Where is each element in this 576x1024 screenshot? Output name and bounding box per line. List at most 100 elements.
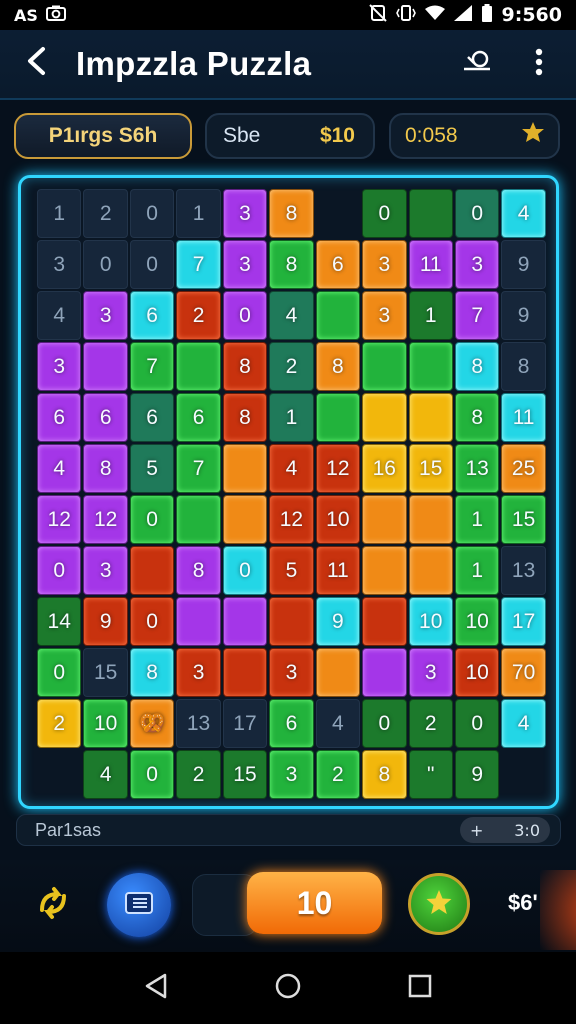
grid-cell[interactable]: 0 xyxy=(454,699,500,748)
grid-cell[interactable]: 2 xyxy=(408,699,453,748)
nav-recents-button[interactable] xyxy=(400,968,440,1008)
grid-cell[interactable]: 10 xyxy=(83,699,128,748)
grid-cell[interactable]: 1 xyxy=(454,495,500,544)
grid-cell[interactable]: 9 xyxy=(501,291,546,340)
grid-cell[interactable]: 3 xyxy=(269,648,314,697)
grid-cell[interactable] xyxy=(222,495,268,544)
grid-cell[interactable]: 7 xyxy=(176,444,221,493)
grid-cell[interactable]: 4 xyxy=(269,291,314,340)
grid-cell[interactable]: 16 xyxy=(362,444,407,493)
grid-cell[interactable]: 14 xyxy=(37,597,82,646)
grid-cell[interactable]: 6 xyxy=(315,240,361,289)
grid-cell[interactable]: 0 xyxy=(129,750,175,799)
grid-cell[interactable]: 1 xyxy=(408,291,453,340)
grid-cell[interactable]: 15 xyxy=(222,750,268,799)
grid-cell[interactable]: 0 xyxy=(37,546,82,595)
grid-cell[interactable]: 3 xyxy=(362,291,407,340)
grid-cell[interactable] xyxy=(408,393,453,442)
grid-cell[interactable]: 8 xyxy=(83,444,128,493)
player-badge[interactable]: P1ırgs S6h xyxy=(14,113,192,159)
grid-cell[interactable]: 70 xyxy=(501,648,546,697)
grid-cell[interactable]: 12 xyxy=(315,444,361,493)
grid-cell[interactable]: 0 xyxy=(222,546,268,595)
grid-cell[interactable]: 0 xyxy=(222,291,268,340)
more-options-button[interactable] xyxy=(522,44,556,84)
grid-cell[interactable]: 5 xyxy=(129,444,175,493)
grid-cell[interactable]: 1 xyxy=(454,546,500,595)
grid-cell[interactable] xyxy=(362,546,407,595)
grid-cell[interactable] xyxy=(129,546,175,595)
grid-cell[interactable] xyxy=(362,495,407,544)
grid-cell[interactable]: 17 xyxy=(222,699,268,748)
grid-cell[interactable]: 3 xyxy=(269,750,314,799)
grid-cell[interactable]: 4 xyxy=(37,291,82,340)
grid-cell[interactable]: 0 xyxy=(362,699,407,748)
grid-cell[interactable] xyxy=(408,495,453,544)
grid-cell[interactable]: 8 xyxy=(454,393,500,442)
grid-cell[interactable]: 3 xyxy=(37,342,82,391)
grid-cell[interactable] xyxy=(362,342,407,391)
grid-cell[interactable]: 7 xyxy=(176,240,221,289)
grid-cell[interactable]: 6 xyxy=(37,393,82,442)
grid-cell[interactable]: 13 xyxy=(501,546,546,595)
grid-cell[interactable]: 1 xyxy=(269,393,314,442)
grid-cell[interactable]: 4 xyxy=(269,444,314,493)
grid-cell[interactable]: 6 xyxy=(129,291,175,340)
grid-cell[interactable] xyxy=(83,342,128,391)
grid-cell[interactable]: 10 xyxy=(315,495,361,544)
hint-counter[interactable]: + 3:0 xyxy=(460,817,550,843)
grid-cell[interactable]: 3 xyxy=(362,240,407,289)
grid-cell[interactable]: 3 xyxy=(83,291,128,340)
grid-cell[interactable]: 0 xyxy=(129,495,175,544)
grid-cell[interactable]: 8 xyxy=(269,240,314,289)
grid-cell[interactable] xyxy=(362,393,407,442)
grid-cell[interactable]: 17 xyxy=(501,597,546,646)
grid-cell[interactable]: 0 xyxy=(83,240,128,289)
grid-cell[interactable]: 4 xyxy=(501,699,546,748)
nav-home-button[interactable] xyxy=(268,968,308,1008)
grid-cell[interactable]: 3 xyxy=(176,648,221,697)
grid-cell[interactable]: 7 xyxy=(454,291,500,340)
swap-button[interactable] xyxy=(30,882,76,928)
grid-cell[interactable]: 6 xyxy=(83,393,128,442)
grid-cell[interactable]: 0 xyxy=(454,189,500,238)
grid-cell[interactable]: 8 xyxy=(315,342,361,391)
grid-cell[interactable] xyxy=(362,648,407,697)
grid-cell[interactable]: 15 xyxy=(408,444,453,493)
grid-cell[interactable]: 2 xyxy=(37,699,82,748)
grid-cell[interactable]: 11 xyxy=(315,546,361,595)
grid-cell[interactable]: 7 xyxy=(129,342,175,391)
nav-back-button[interactable] xyxy=(136,968,176,1008)
grid-cell[interactable]: 15 xyxy=(501,495,546,544)
grid-cell[interactable]: " xyxy=(408,750,453,799)
grid-cell[interactable]: 12 xyxy=(83,495,128,544)
grid-cell[interactable] xyxy=(222,444,268,493)
grid-cell[interactable]: 11 xyxy=(408,240,453,289)
grid-cell[interactable] xyxy=(315,648,361,697)
grid-cell[interactable]: 9 xyxy=(83,597,128,646)
grid-cell[interactable]: 0 xyxy=(37,648,82,697)
grid-cell[interactable]: 25 xyxy=(501,444,546,493)
grid-cell[interactable]: 6 xyxy=(269,699,314,748)
grid-cell[interactable]: 13 xyxy=(454,444,500,493)
grid-cell[interactable]: 4 xyxy=(83,750,128,799)
grid-cell[interactable]: 2 xyxy=(176,750,221,799)
grid-cell[interactable] xyxy=(362,597,407,646)
grid-cell[interactable]: 9 xyxy=(501,240,546,289)
grid-cell[interactable] xyxy=(176,597,221,646)
grid-cell[interactable]: 2 xyxy=(315,750,361,799)
grid-cell[interactable]: 3 xyxy=(37,240,82,289)
grid-cell[interactable]: 2 xyxy=(269,342,314,391)
grid-cell[interactable]: 10 xyxy=(454,648,500,697)
grid-cell[interactable]: 1 xyxy=(37,189,82,238)
grid-cell[interactable]: 9 xyxy=(454,750,500,799)
grid-cell[interactable]: 4 xyxy=(37,444,82,493)
grid-cell[interactable]: 10 xyxy=(454,597,500,646)
grid-cell[interactable]: 9 xyxy=(315,597,361,646)
grid-cell[interactable]: 8 xyxy=(129,648,175,697)
grid-cell[interactable]: 3 xyxy=(222,240,268,289)
grid-cell[interactable] xyxy=(408,189,453,238)
grid-cell[interactable]: 8 xyxy=(501,342,546,391)
grid-cell[interactable]: 3 xyxy=(83,546,128,595)
grid-cell[interactable]: 13 xyxy=(176,699,221,748)
